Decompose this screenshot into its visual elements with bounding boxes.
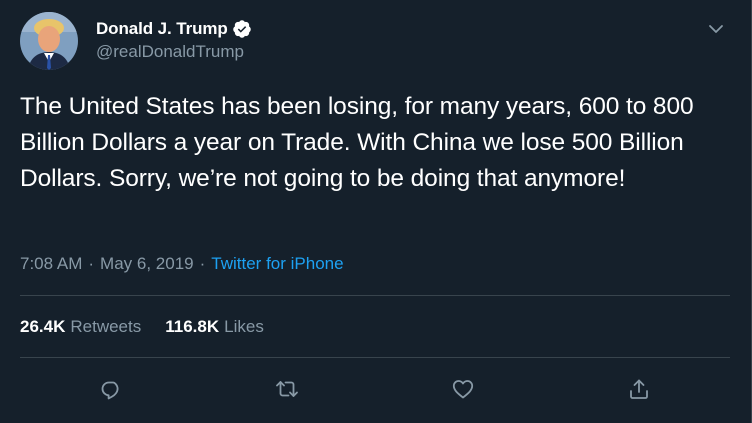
retweets-count: 26.4K — [20, 317, 66, 336]
meta-separator: · — [88, 254, 95, 273]
avatar[interactable] — [20, 12, 78, 70]
retweets-stat[interactable]: 26.4K Retweets — [20, 317, 141, 337]
retweet-button[interactable] — [270, 372, 304, 406]
author-handle[interactable]: @realDonaldTrump — [96, 42, 244, 62]
reply-button[interactable] — [94, 372, 128, 406]
share-button[interactable] — [622, 372, 656, 406]
divider — [20, 295, 730, 296]
like-button[interactable] — [446, 372, 480, 406]
likes-stat[interactable]: 116.8K Likes — [165, 317, 264, 337]
share-icon — [630, 379, 648, 399]
tweet-card: Donald J. Trump @realDonaldTrump The Uni… — [0, 0, 752, 423]
retweet-icon — [276, 381, 298, 397]
verified-badge-icon — [232, 19, 252, 39]
avatar-image — [20, 12, 78, 70]
tweet-stats: 26.4K Retweets 116.8K Likes — [20, 317, 264, 337]
meta-separator: · — [199, 254, 206, 273]
tweet-time[interactable]: 7:08 AM — [20, 254, 82, 274]
divider — [20, 357, 730, 358]
likes-count: 116.8K — [165, 317, 220, 336]
reply-icon — [101, 381, 119, 400]
more-options-chevron-down-icon[interactable] — [703, 16, 729, 42]
retweets-label: Retweets — [70, 317, 142, 336]
heart-icon — [452, 380, 474, 399]
tweet-date[interactable]: May 6, 2019 — [100, 254, 194, 274]
author-name-row: Donald J. Trump — [96, 18, 252, 40]
tweet-actions — [0, 372, 752, 406]
tweet-meta: 7:08 AM · May 6, 2019 · Twitter for iPho… — [20, 254, 344, 274]
tweet-text: The United States has been losing, for m… — [20, 93, 694, 192]
tweet-source-link[interactable]: Twitter for iPhone — [211, 254, 343, 274]
author-display-name[interactable]: Donald J. Trump — [96, 19, 228, 39]
likes-label: Likes — [224, 317, 264, 336]
